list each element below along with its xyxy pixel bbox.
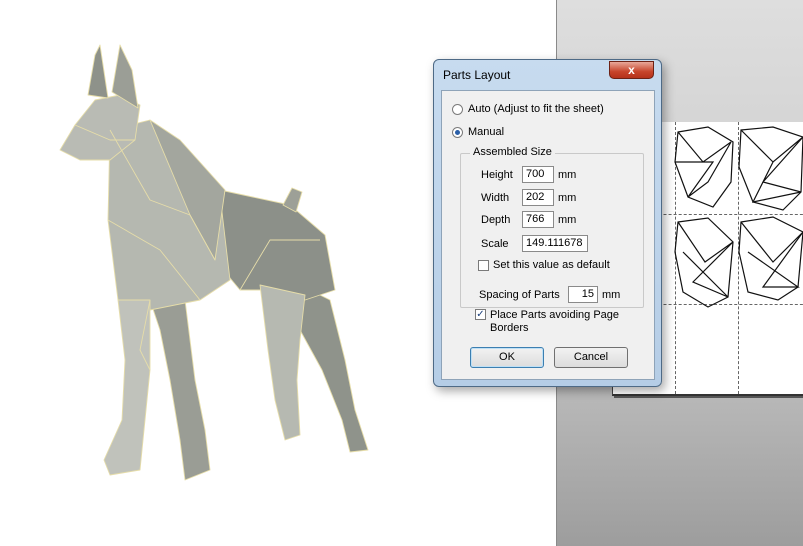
depth-field[interactable]: 766 — [522, 211, 554, 228]
auto-radio-option[interactable]: Auto (Adjust to fit the sheet) — [452, 103, 604, 115]
avoid-borders-option[interactable]: ✓ Place Parts avoiding Page Borders — [475, 309, 619, 335]
cancel-button[interactable]: Cancel — [554, 347, 628, 368]
close-icon: x — [628, 63, 635, 77]
spacing-unit: mm — [602, 289, 621, 301]
parts-layout-dialog: Parts Layout x Auto (Adjust to fit the s… — [433, 59, 662, 387]
width-unit: mm — [558, 192, 577, 204]
auto-radio-label: Auto (Adjust to fit the sheet) — [468, 103, 604, 115]
ok-button[interactable]: OK — [470, 347, 544, 368]
width-field[interactable]: 202 — [522, 189, 554, 206]
manual-radio-icon[interactable] — [452, 126, 463, 138]
scale-label: Scale — [481, 238, 509, 250]
spacing-field[interactable]: 15 — [568, 286, 598, 303]
dialog-body: Auto (Adjust to fit the sheet) Manual As… — [441, 90, 655, 380]
set-default-checkbox[interactable] — [478, 259, 489, 271]
avoid-borders-label-line1: Place Parts avoiding Page — [490, 309, 620, 321]
set-default-label: Set this value as default — [493, 259, 610, 271]
height-field[interactable]: 700 — [522, 166, 554, 183]
auto-radio-icon[interactable] — [452, 103, 463, 115]
set-default-option[interactable]: Set this value as default — [478, 259, 610, 271]
assembled-size-label: Assembled Size — [470, 146, 555, 158]
spacing-label: Spacing of Parts — [479, 289, 560, 301]
depth-label: Depth — [481, 214, 511, 226]
avoid-borders-label-line2: Borders — [490, 322, 529, 334]
avoid-borders-checkbox[interactable]: ✓ — [475, 309, 486, 320]
depth-unit: mm — [558, 214, 577, 226]
manual-radio-option[interactable]: Manual — [452, 126, 504, 138]
avoid-borders-label: Place Parts avoiding Page Borders — [490, 309, 619, 335]
scale-field[interactable]: 149.111678 — [522, 235, 588, 252]
manual-radio-label: Manual — [468, 126, 505, 138]
height-unit: mm — [558, 169, 577, 181]
close-button[interactable]: x — [609, 61, 654, 79]
dialog-title: Parts Layout — [443, 68, 511, 82]
width-label: Width — [481, 192, 510, 204]
height-label: Height — [481, 169, 513, 181]
